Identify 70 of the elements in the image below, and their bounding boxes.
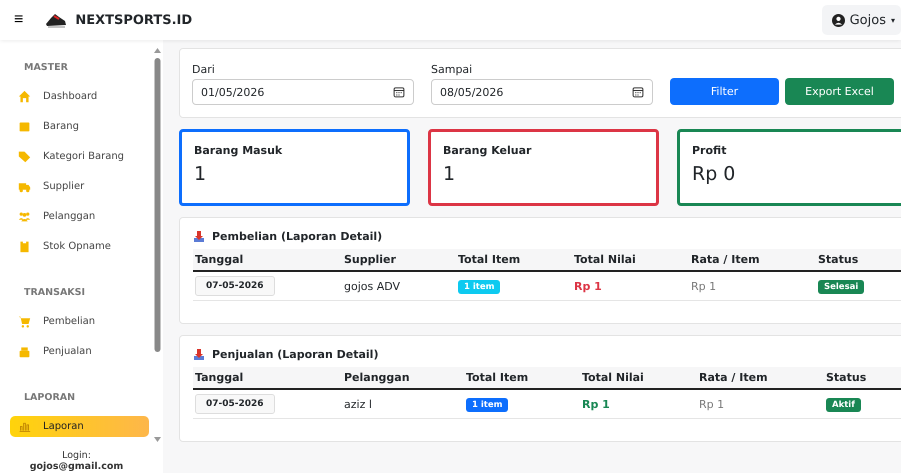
table-cell: Rp 1 [699, 398, 724, 410]
column-header: Tanggal [193, 367, 342, 389]
status-badge: Aktif [826, 398, 861, 412]
total-value: Rp 1 [582, 398, 610, 410]
report-icon [193, 348, 205, 361]
field-label: Sampai [431, 63, 474, 76]
sidebar-item[interactable]: Laporan [10, 416, 149, 437]
scrollbar-drawing[interactable] [153, 46, 162, 444]
date-chip: 07-05-2026 [195, 276, 275, 296]
sidebar-item[interactable]: Pelanggan [10, 206, 149, 227]
sneaker-logo-icon [45, 12, 68, 28]
sidebar-item[interactable]: Kategori Barang [10, 146, 149, 167]
stat-label: Barang Masuk [194, 144, 284, 157]
sidebar-item[interactable]: Dashboard [10, 86, 149, 107]
item-count-badge: 1 item [458, 280, 500, 294]
clipboard-icon [18, 240, 31, 253]
stat-value: 1 [194, 163, 208, 185]
column-header: Total Nilai [572, 249, 689, 271]
table-cell: gojos ADV [344, 280, 400, 292]
section-heading: TRANSAKSI [24, 287, 86, 298]
section-heading: MASTER [24, 62, 69, 73]
field-label: Dari [192, 63, 216, 76]
home-icon [18, 90, 31, 103]
export-excel-button[interactable]: Export Excel [785, 78, 894, 105]
tag-icon [18, 150, 31, 163]
column-header: Pelanggan [342, 367, 464, 389]
menu-button[interactable]: ≡ [10, 11, 28, 29]
box-icon [18, 120, 31, 133]
column-header: Total Item [456, 249, 572, 271]
date-field[interactable]: 08/05/2026 [431, 79, 653, 105]
stat-label: Barang Keluar [443, 144, 532, 157]
column-header: Rata / Item [689, 249, 816, 271]
login-email: gojos@gmail.com [28, 461, 124, 472]
calendar-icon [632, 86, 644, 98]
table-title: Pembelian (Laporan Detail) [212, 230, 382, 243]
sidebar-item[interactable]: Supplier [10, 176, 149, 197]
user-menu-button[interactable]: Gojos ▾ [822, 5, 901, 35]
column-header: Status [816, 249, 901, 271]
section-heading: LAPORAN [24, 392, 76, 403]
table-cell: aziz l [344, 398, 372, 410]
sidebar-item[interactable]: Pembelian [10, 311, 149, 332]
login-label: Login: [61, 450, 92, 461]
date-field[interactable]: 01/05/2026 [192, 79, 414, 105]
column-header: Total Nilai [580, 367, 697, 389]
item-count-badge: 1 item [466, 398, 508, 412]
stat-value: Rp 0 [692, 163, 736, 185]
column-header: Tanggal [193, 249, 342, 271]
status-badge: Selesai [818, 280, 864, 294]
column-header: Status [824, 367, 901, 389]
sidebar-item[interactable]: Penjualan [10, 341, 149, 362]
column-header: Supplier [342, 249, 456, 271]
sidebar-item[interactable]: Barang [10, 116, 149, 137]
report-icon [193, 230, 205, 243]
date-chip: 07-05-2026 [195, 394, 275, 414]
sidebar-item[interactable]: Stok Opname [10, 236, 149, 257]
total-value: Rp 1 [574, 280, 602, 292]
cash-register-icon [18, 345, 31, 358]
chart-icon [18, 420, 31, 433]
cart-icon [18, 315, 31, 328]
user-icon [832, 14, 845, 26]
table-cell: Rp 1 [691, 280, 716, 292]
calendar-icon [393, 86, 405, 98]
column-header: Total Item [464, 367, 580, 389]
table-title: Penjualan (Laporan Detail) [212, 348, 378, 361]
stat-value: 1 [443, 163, 456, 185]
brand-name: NEXTSPORTS.ID [75, 12, 192, 28]
stat-label: Profit [692, 144, 728, 157]
filter-button[interactable]: Filter [670, 78, 779, 105]
column-header: Rata / Item [697, 367, 824, 389]
people-icon [18, 210, 31, 223]
